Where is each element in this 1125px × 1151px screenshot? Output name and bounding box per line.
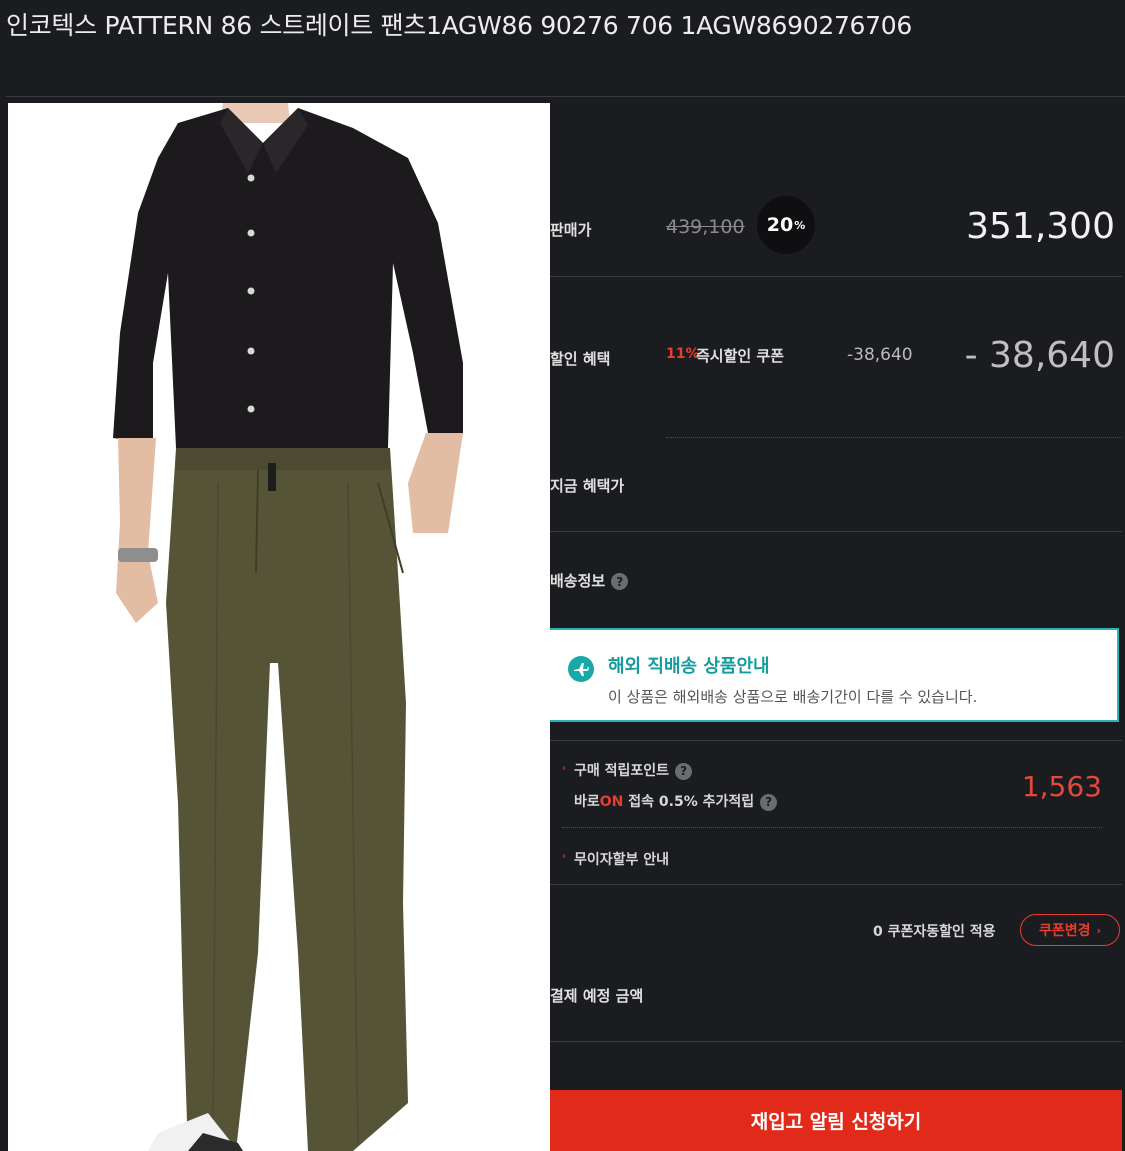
barun-on: ON [599,794,624,810]
installment-info-link[interactable]: 무이자할부 안내 [574,849,669,869]
overseas-shipping-notice: 해외 직배송 상품안내 이 상품은 해외배송 상품으로 배송기간이 다를 수 있… [550,628,1119,722]
points-label: 구매 적립포인트? [574,760,693,780]
benefit-total: - 38,640 [964,335,1115,376]
discount-badge: 20% [757,196,815,254]
help-icon[interactable]: ? [675,762,693,780]
product-title: 인코텍스 PATTERN 86 스트레이트 팬츠1AGW86 90276 706… [6,11,912,40]
divider [550,276,1122,277]
coupon-change-button[interactable]: 쿠폰변경 › [1020,914,1120,946]
divider [562,827,1102,828]
divider [666,437,1122,438]
barun-suffix: 접속 0.5% 추가적립 [623,794,755,810]
purchase-panel: 판매가 439,100 20% 351,300 할인 혜택 11% 즉시할인 쿠… [550,103,1125,1151]
airplane-icon [568,656,594,682]
points-label-text: 구매 적립포인트 [574,763,670,779]
sale-price: 351,300 [966,206,1115,247]
coupon-amount: -38,640 [847,345,913,365]
restock-alert-button[interactable]: 재입고 알림 신청하기 [550,1090,1122,1151]
current-benefit-price-label: 지금 혜택가 [550,477,625,495]
product-image [8,103,550,1151]
bullet-icon: › [562,763,566,774]
help-icon[interactable]: ? [760,793,778,811]
model-illustration [113,103,463,1151]
title-divider [6,96,1125,97]
barun-prefix: 바로 [574,794,600,810]
divider [550,740,1122,741]
divider [550,531,1122,532]
chevron-right-icon: › [1096,923,1102,937]
discount-unit: % [794,218,806,232]
bullet-icon: › [562,851,566,862]
points-value: 1,563 [1021,770,1102,803]
coupon-rate: 11% [666,346,700,362]
auto-coupon-applied: 0 쿠폰자동할인 적용 [873,924,996,940]
help-icon[interactable]: ? [611,573,629,590]
original-price: 439,100 [666,216,745,238]
sale-price-label: 판매가 [550,221,592,239]
divider [550,884,1122,885]
shipping-label: 배송정보? [550,570,629,591]
notice-description: 이 상품은 해외배송 상품으로 배송기간이 다를 수 있습니다. [608,688,978,706]
notice-title: 해외 직배송 상품안내 [608,656,770,677]
barun-on-bonus: 바로ON 접속 0.5% 추가적립? [574,791,778,811]
shipping-label-text: 배송정보 [550,572,606,590]
discount-value: 20 [766,214,794,236]
divider [550,1041,1122,1042]
payment-amount-label: 결제 예정 금액 [550,987,644,1005]
coupon-change-label: 쿠폰변경 [1038,923,1091,939]
coupon-name[interactable]: 즉시할인 쿠폰 [696,345,784,366]
benefit-label: 할인 혜택 [550,350,611,368]
